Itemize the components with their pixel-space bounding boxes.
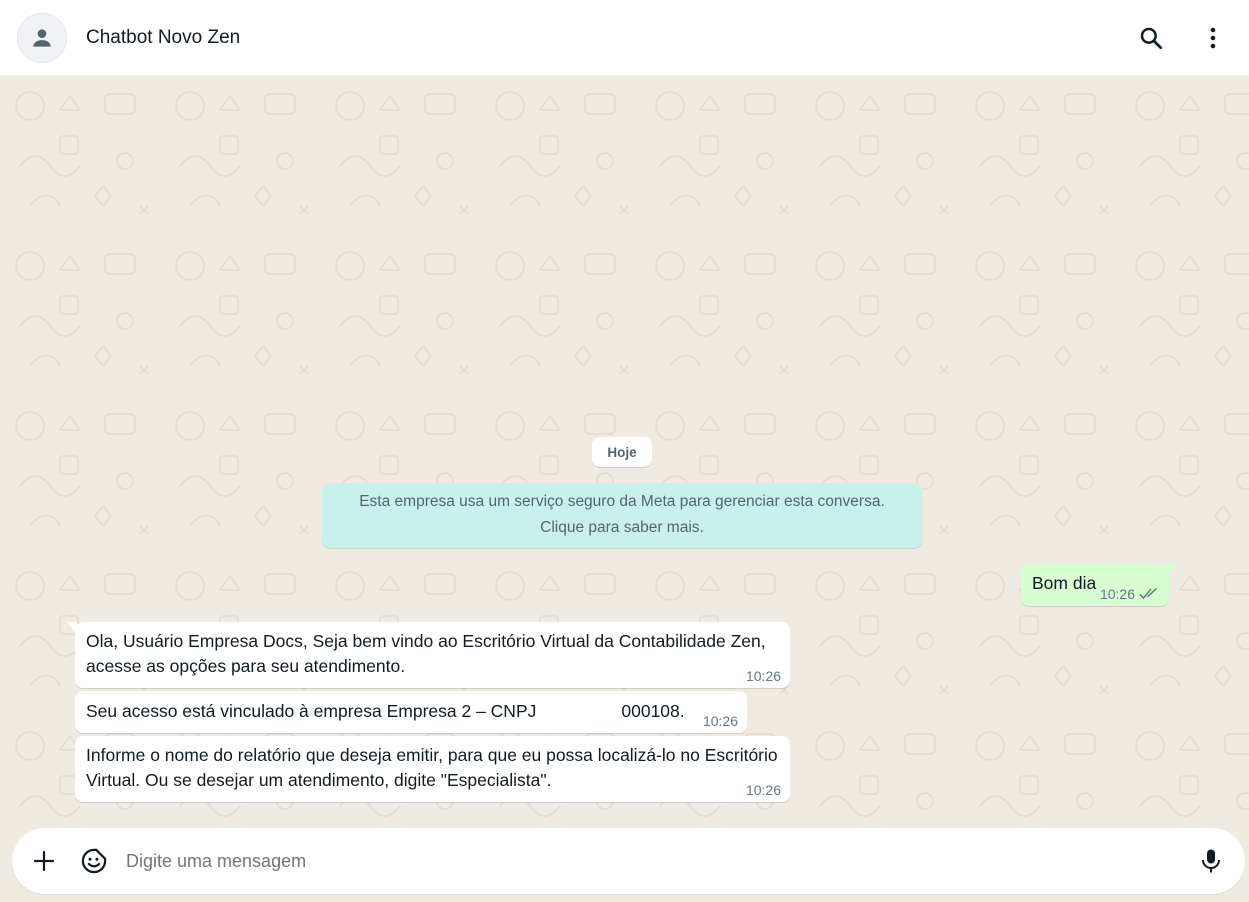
contact-name[interactable]: Chatbot Novo Zen [86, 27, 240, 49]
message-time: 10:26 [745, 668, 781, 684]
message-time: 10:26 [1099, 586, 1135, 602]
message-text: Bom dia [1032, 573, 1097, 593]
bubble-tail [1167, 564, 1177, 577]
message-text-suffix: 000108. [621, 701, 685, 721]
more-vertical-icon [1210, 27, 1216, 48]
avatar[interactable] [17, 12, 67, 63]
incoming-message[interactable]: Seu acesso está vinculado à empresa Empr… [75, 691, 747, 733]
microphone-icon [1202, 849, 1220, 873]
voice-message-button[interactable] [1193, 843, 1229, 879]
incoming-message[interactable]: Informe o nome do relatório que deseja e… [75, 736, 790, 802]
message-text: Seu acesso está vinculado à empresa Empr… [86, 701, 537, 721]
menu-button[interactable] [1197, 22, 1229, 54]
plus-icon [33, 850, 55, 872]
double-check-icon [1139, 588, 1158, 600]
outgoing-message[interactable]: Bom dia 10:26 [1021, 564, 1177, 606]
message-time: 10:26 [745, 782, 781, 798]
notice-line-1: Esta empresa usa um serviço seguro da Me… [359, 493, 885, 510]
notice-line-2: Clique para saber mais. [540, 519, 704, 536]
attach-button[interactable] [26, 843, 62, 879]
message-text: Informe o nome do relatório que deseja e… [86, 745, 778, 790]
message-composer [12, 828, 1245, 894]
date-separator: Hoje [592, 437, 652, 467]
sticker-icon [81, 848, 107, 874]
message-text: Ola, Usuário Empresa Docs, Seja bem vind… [86, 631, 766, 676]
search-button[interactable] [1135, 22, 1167, 54]
chat-header: Chatbot Novo Zen [0, 0, 1249, 76]
search-icon [1140, 27, 1163, 49]
person-icon [33, 28, 51, 47]
encryption-notice[interactable]: Esta empresa usa um serviço seguro da Me… [322, 483, 922, 548]
chat-area[interactable]: Hoje Esta empresa usa um serviço seguro … [0, 76, 1249, 826]
incoming-message[interactable]: Ola, Usuário Empresa Docs, Seja bem vind… [67, 622, 790, 688]
bubble-tail [67, 622, 77, 635]
message-time: 10:26 [702, 713, 738, 729]
message-input[interactable] [126, 850, 1146, 872]
sticker-button[interactable] [76, 843, 112, 879]
